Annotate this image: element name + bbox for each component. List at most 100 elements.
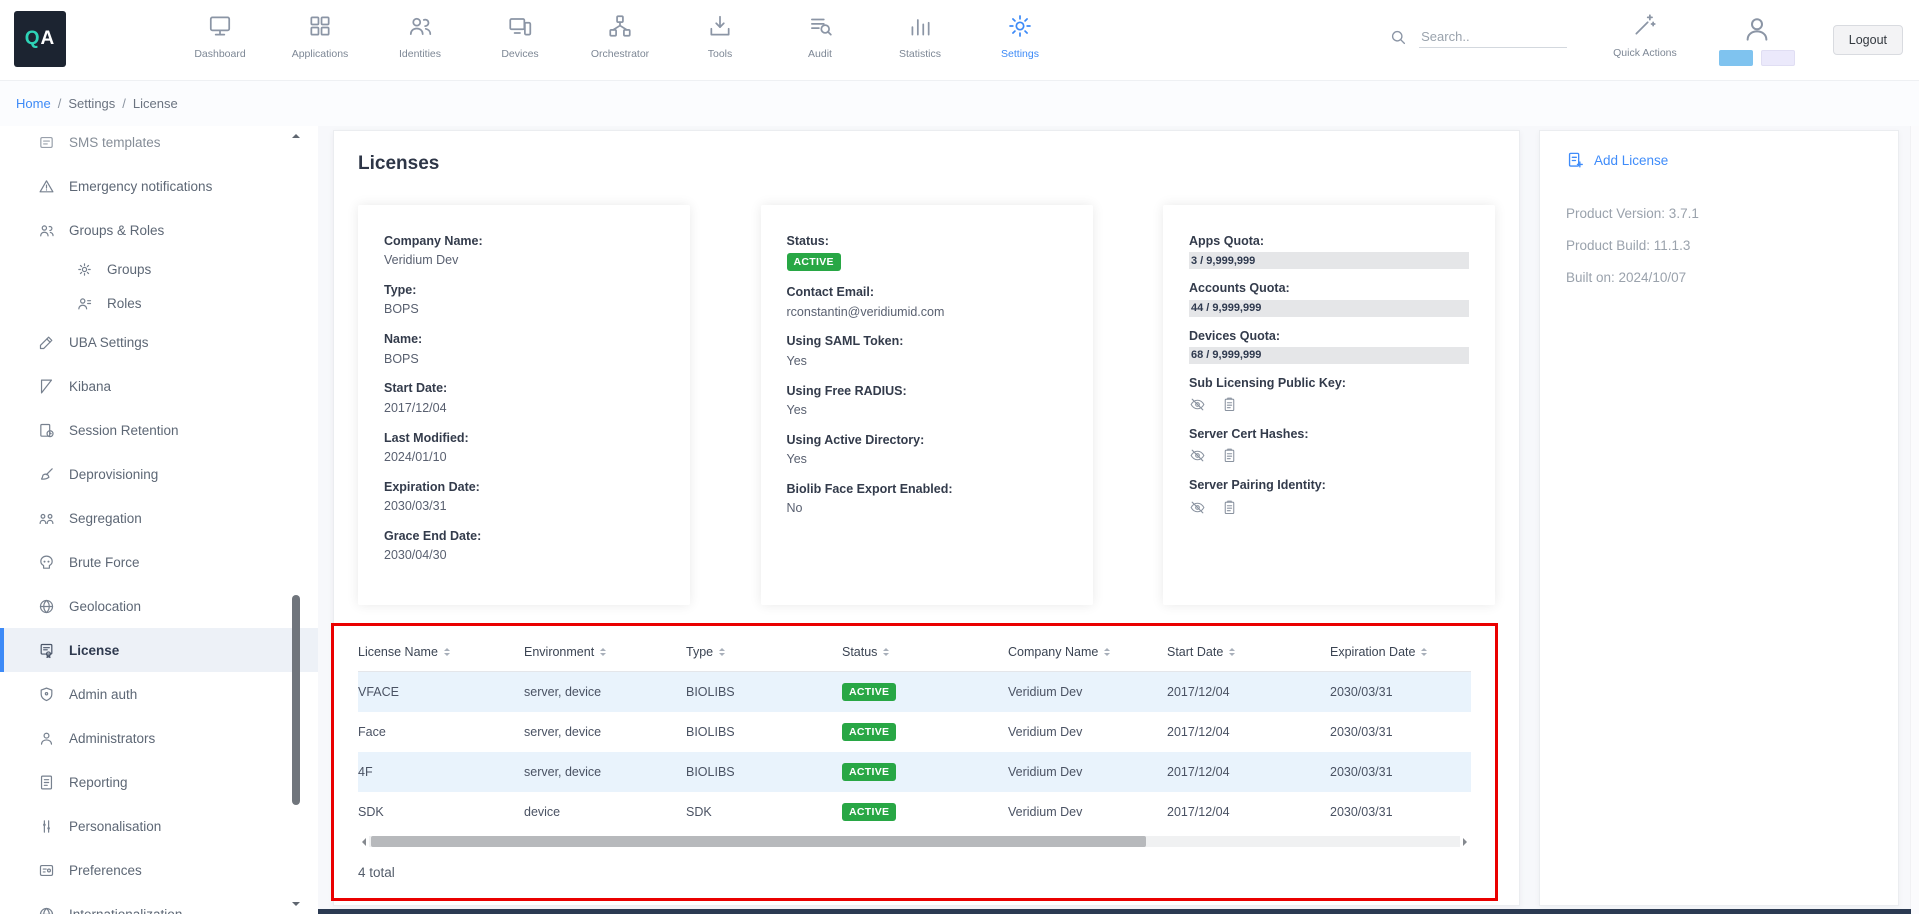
table-header-license-name[interactable]: License Name <box>358 645 524 659</box>
sidebar-scrollbar <box>290 130 302 910</box>
add-license-button[interactable]: Add License <box>1566 151 1872 170</box>
sidebar-item-label: Internationalization <box>69 907 182 914</box>
app-logo[interactable]: QA <box>14 11 66 67</box>
cell-status: ACTIVE <box>842 803 1008 821</box>
sidebar-item-uba-settings[interactable]: UBA Settings <box>0 320 318 364</box>
sidebar-item-segregation[interactable]: Segregation <box>0 496 318 540</box>
table-header-expiration-date[interactable]: Expiration Date <box>1330 645 1471 659</box>
nav-item-dashboard[interactable]: Dashboard <box>170 0 270 60</box>
nav-item-settings[interactable]: Settings <box>970 0 1070 60</box>
breadcrumb-home-link[interactable]: Home <box>16 96 51 111</box>
field-label: Start Date: <box>384 380 664 396</box>
eye-off-icon[interactable] <box>1189 499 1206 516</box>
field-label: Apps Quota: <box>1189 233 1469 249</box>
app-window: QA Dashboard Applications Identities Dev… <box>0 0 1919 914</box>
page-scrollbar[interactable] <box>1910 126 1919 914</box>
sidebar-item-label: Kibana <box>69 379 111 394</box>
table-row[interactable]: VFACE server, device BIOLIBS ACTIVE Veri… <box>358 672 1471 712</box>
table-header-start-date[interactable]: Start Date <box>1167 645 1330 659</box>
field-value: rconstantin@veridiumid.com <box>787 304 1067 321</box>
body-area: SMS templates Emergency notifications Gr… <box>0 126 1919 914</box>
sidebar-item-kibana[interactable]: Kibana <box>0 364 318 408</box>
devices-quota-value: 68 / 9,999,999 <box>1191 349 1261 361</box>
sidebar-item-admin-auth[interactable]: Admin auth <box>0 672 318 716</box>
sort-icon <box>1104 645 1110 659</box>
sidebar-item-deprovisioning[interactable]: Deprovisioning <box>0 452 318 496</box>
sidebar-item-personalisation[interactable]: Personalisation <box>0 804 318 848</box>
sub-key-actions <box>1189 396 1469 413</box>
nav-item-applications[interactable]: Applications <box>270 0 370 60</box>
nav-item-label: Audit <box>808 48 832 60</box>
sidebar-item-preferences[interactable]: Preferences <box>0 848 318 892</box>
table-row[interactable]: 4F server, device BIOLIBS ACTIVE Veridiu… <box>358 752 1471 792</box>
table-header-type[interactable]: Type <box>686 645 842 659</box>
field-label: Status: <box>787 233 1067 249</box>
cell-status: ACTIVE <box>842 683 1008 701</box>
scroll-left-arrow[interactable] <box>358 838 366 846</box>
sidebar-item-sms-templates[interactable]: SMS templates <box>0 126 318 164</box>
sidebar-item-emergency-notifications[interactable]: Emergency notifications <box>0 164 318 208</box>
table-row[interactable]: SDK device SDK ACTIVE Veridium Dev 2017/… <box>358 792 1471 832</box>
table-header-status[interactable]: Status <box>842 645 1008 659</box>
cell-expiration-date: 2030/03/31 <box>1330 685 1471 699</box>
logout-button[interactable]: Logout <box>1833 25 1903 55</box>
nav-item-orchestrator[interactable]: Orchestrator <box>570 0 670 60</box>
quick-actions-button[interactable]: Quick Actions <box>1613 0 1677 59</box>
search-icon[interactable] <box>1389 28 1407 46</box>
audit-icon <box>807 13 833 39</box>
kibana-icon <box>38 378 56 395</box>
internationalization-globe-icon <box>38 906 56 914</box>
nav-item-audit[interactable]: Audit <box>770 0 870 60</box>
chip-blue[interactable] <box>1719 50 1753 66</box>
eye-off-icon[interactable] <box>1189 396 1206 413</box>
sidebar-item-roles[interactable]: Roles <box>0 286 318 320</box>
table-row[interactable]: Face server, device BIOLIBS ACTIVE Verid… <box>358 712 1471 752</box>
sidebar-scrollbar-thumb[interactable] <box>292 595 300 805</box>
scrollbar-thumb[interactable] <box>371 836 1146 847</box>
scroll-down-arrow[interactable] <box>292 902 300 910</box>
warning-triangle-icon <box>38 178 56 195</box>
nav-item-statistics[interactable]: Statistics <box>870 0 970 60</box>
license-status-card: Status:ACTIVE Contact Email:rconstantin@… <box>761 205 1093 605</box>
breadcrumb: Home / Settings / License <box>0 80 1919 126</box>
field-label: Contact Email: <box>787 284 1067 300</box>
sidebar-item-administrators[interactable]: Administrators <box>0 716 318 760</box>
breadcrumb-settings-link[interactable]: Settings <box>68 96 115 111</box>
header-label: Start Date <box>1167 645 1223 659</box>
sort-icon <box>719 645 725 659</box>
table-header-company-name[interactable]: Company Name <box>1008 645 1167 659</box>
sidebar-item-groups-roles[interactable]: Groups & Roles <box>0 208 318 252</box>
cell-license-name: VFACE <box>358 685 524 699</box>
sidebar-item-groups[interactable]: Groups <box>0 252 318 286</box>
cell-license-name: Face <box>358 725 524 739</box>
sidebar-item-brute-force[interactable]: Brute Force <box>0 540 318 584</box>
table-header-environment[interactable]: Environment <box>524 645 686 659</box>
sidebar-item-geolocation[interactable]: Geolocation <box>0 584 318 628</box>
sidebar-item-label: Emergency notifications <box>69 179 212 194</box>
nav-item-label: Applications <box>292 48 349 60</box>
nav-item-tools[interactable]: Tools <box>670 0 770 60</box>
nav-item-devices[interactable]: Devices <box>470 0 570 60</box>
sidebar-item-internationalization[interactable]: Internationalization <box>0 892 318 914</box>
scrollbar-track[interactable] <box>369 836 1460 847</box>
scroll-up-arrow[interactable] <box>292 130 300 138</box>
sidebar-item-license[interactable]: License <box>0 628 318 672</box>
sidebar-item-reporting[interactable]: Reporting <box>0 760 318 804</box>
user-avatar-icon[interactable] <box>1742 14 1772 44</box>
eye-off-icon[interactable] <box>1189 447 1206 464</box>
nav-item-identities[interactable]: Identities <box>370 0 470 60</box>
nav-item-label: Statistics <box>899 48 941 60</box>
chip-light[interactable] <box>1761 50 1795 66</box>
scroll-right-arrow[interactable] <box>1463 838 1471 846</box>
copy-icon[interactable] <box>1221 499 1238 516</box>
search-input[interactable] <box>1419 26 1567 48</box>
copy-icon[interactable] <box>1221 396 1238 413</box>
licenses-table-annotation: License Name Environment Type Status Com… <box>331 623 1498 901</box>
sidebar-item-label: Deprovisioning <box>69 467 158 482</box>
sort-icon <box>883 645 889 659</box>
status-badge: ACTIVE <box>842 723 896 741</box>
sidebar-item-session-retention[interactable]: Session Retention <box>0 408 318 452</box>
copy-icon[interactable] <box>1221 447 1238 464</box>
settings-gear-icon <box>1007 13 1033 39</box>
field-value: Veridium Dev <box>384 252 664 269</box>
